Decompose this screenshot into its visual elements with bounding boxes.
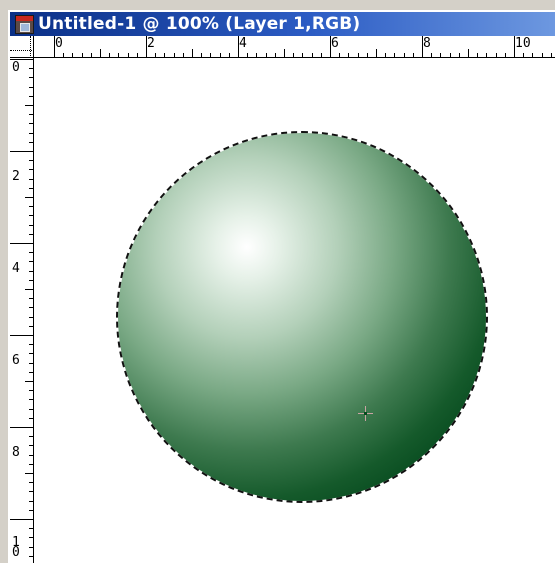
ruler-top-label-10: 10 (515, 36, 531, 51)
vertical-ruler[interactable]: 0 2 4 6 8 10 (10, 58, 34, 563)
ruler-left-label-2: 2 (12, 169, 20, 184)
horizontal-ruler[interactable]: 0 2 4 6 8 10 (34, 36, 555, 58)
ruler-top-label-4: 4 (239, 36, 247, 51)
ruler-top-label-8: 8 (423, 36, 431, 51)
ruler-left-label-8: 8 (12, 445, 20, 460)
photoshop-document-icon[interactable] (15, 15, 34, 34)
image-canvas[interactable] (34, 58, 555, 563)
title-bar[interactable]: Untitled-1 @ 100% (Layer 1,RGB) (10, 12, 555, 36)
horizontal-ruler-ticks (54, 36, 552, 58)
document-window[interactable]: Untitled-1 @ 100% (Layer 1,RGB) 0 2 4 6 … (8, 10, 555, 563)
ruler-left-label-0: 0 (12, 60, 20, 75)
elliptical-selection[interactable] (116, 131, 488, 503)
ruler-top-label-2: 2 (147, 36, 155, 51)
ruler-left-label-4: 4 (12, 261, 20, 276)
vertical-ruler-ticks (10, 59, 34, 557)
ruler-origin[interactable] (10, 36, 34, 58)
ruler-top-label-0: 0 (55, 36, 63, 51)
ruler-left-label-6: 6 (12, 353, 20, 368)
ruler-left-label-10: 10 (12, 535, 20, 560)
ruler-top-label-6: 6 (331, 36, 339, 51)
window-title: Untitled-1 @ 100% (Layer 1,RGB) (38, 14, 361, 34)
crosshair-cursor-icon (358, 406, 373, 421)
